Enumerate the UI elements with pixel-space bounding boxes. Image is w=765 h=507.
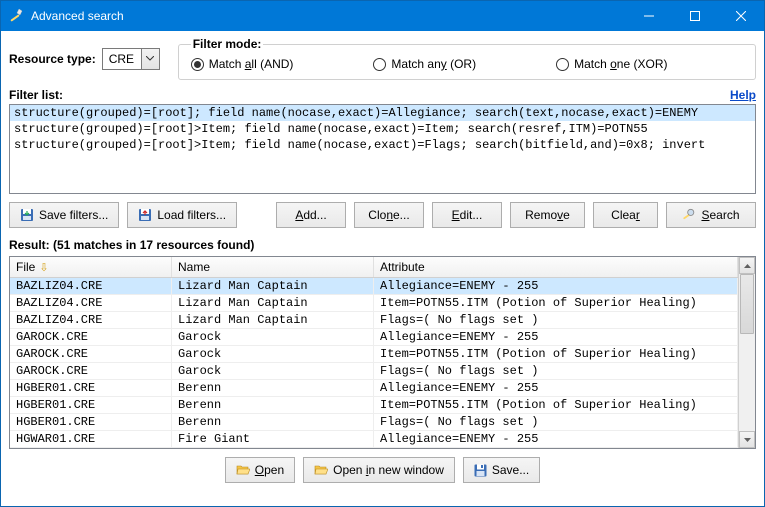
- table-row[interactable]: GAROCK.CREGarockItem=POTN55.ITM (Potion …: [10, 346, 738, 363]
- app-icon: [9, 8, 25, 24]
- cell-attr: Item=POTN55.ITM (Potion of Superior Heal…: [374, 346, 738, 362]
- save-filters-button[interactable]: Save filters...: [9, 202, 119, 228]
- table-row[interactable]: HGBER01.CREBerennAllegiance=ENEMY - 255: [10, 380, 738, 397]
- scroll-thumb[interactable]: [740, 274, 754, 334]
- folder-open-icon: [236, 464, 250, 476]
- save-icon: [20, 208, 34, 222]
- titlebar: Advanced search: [1, 1, 764, 31]
- cell-file: HGBER01.CRE: [10, 397, 172, 413]
- resource-type-label: Resource type:: [9, 52, 96, 66]
- result-table: File⇩ Name Attribute BAZLIZ04.CRELizard …: [9, 256, 756, 449]
- resource-type-select[interactable]: CRE: [102, 48, 160, 70]
- cell-name: Berenn: [172, 397, 374, 413]
- cell-file: GAROCK.CRE: [10, 346, 172, 362]
- cell-attr: Allegiance=ENEMY - 255: [374, 329, 738, 345]
- folder-open-icon: [314, 464, 328, 476]
- cell-file: BAZLIZ04.CRE: [10, 312, 172, 328]
- clear-button[interactable]: Clear: [593, 202, 658, 228]
- table-row[interactable]: HGBER01.CREBerennFlags=( No flags set ): [10, 414, 738, 431]
- radio-icon: [373, 58, 386, 71]
- cell-attr: Allegiance=ENEMY - 255: [374, 380, 738, 396]
- edit-button[interactable]: Edit...: [432, 202, 502, 228]
- vertical-scrollbar[interactable]: [738, 257, 755, 448]
- search-button[interactable]: Search: [666, 202, 756, 228]
- cell-name: Lizard Man Captain: [172, 278, 374, 294]
- cell-file: GAROCK.CRE: [10, 363, 172, 379]
- cell-name: Berenn: [172, 414, 374, 430]
- cell-file: HGWAR01.CRE: [10, 431, 172, 447]
- table-row[interactable]: BAZLIZ04.CRELizard Man CaptainItem=POTN5…: [10, 295, 738, 312]
- filter-list-label: Filter list:: [9, 88, 63, 102]
- clone-button[interactable]: Clone...: [354, 202, 424, 228]
- table-row[interactable]: GAROCK.CREGarockAllegiance=ENEMY - 255: [10, 329, 738, 346]
- resource-type-value: CRE: [102, 48, 142, 70]
- radio-icon: [556, 58, 569, 71]
- table-row[interactable]: BAZLIZ04.CRELizard Man CaptainFlags=( No…: [10, 312, 738, 329]
- radio-icon: [191, 58, 204, 71]
- cell-name: Lizard Man Captain: [172, 312, 374, 328]
- cell-file: BAZLIZ04.CRE: [10, 278, 172, 294]
- column-attribute[interactable]: Attribute: [374, 257, 738, 277]
- filter-mode-option-0[interactable]: Match all (AND): [191, 57, 294, 71]
- result-label: Result: (51 matches in 17 resources foun…: [9, 238, 756, 252]
- cell-attr: Allegiance=ENEMY - 255: [374, 431, 738, 447]
- scroll-up-icon[interactable]: [739, 257, 755, 274]
- add-button[interactable]: Add...: [276, 202, 346, 228]
- floppy-icon: [474, 464, 487, 477]
- cell-name: Garock: [172, 329, 374, 345]
- remove-button[interactable]: Remove: [510, 202, 585, 228]
- column-file[interactable]: File⇩: [10, 257, 172, 277]
- table-row[interactable]: BAZLIZ04.CRELizard Man CaptainAllegiance…: [10, 278, 738, 295]
- cell-file: GAROCK.CRE: [10, 329, 172, 345]
- scroll-down-icon[interactable]: [739, 431, 755, 448]
- cell-attr: Flags=( No flags set ): [374, 414, 738, 430]
- sort-asc-icon: ⇩: [39, 261, 48, 274]
- maximize-button[interactable]: [672, 1, 718, 31]
- filter-line[interactable]: structure(grouped)=[root]>Item; field na…: [10, 137, 755, 153]
- cell-attr: Flags=( No flags set ): [374, 363, 738, 379]
- filter-line[interactable]: structure(grouped)=[root]>Item; field na…: [10, 121, 755, 137]
- table-row[interactable]: HGWAR01.CREFire GiantAllegiance=ENEMY - …: [10, 431, 738, 448]
- cell-attr: Item=POTN55.ITM (Potion of Superior Heal…: [374, 295, 738, 311]
- cell-file: HGBER01.CRE: [10, 380, 172, 396]
- minimize-button[interactable]: [626, 1, 672, 31]
- filter-line[interactable]: structure(grouped)=[root]; field name(no…: [10, 105, 755, 121]
- help-link[interactable]: Help: [730, 88, 756, 102]
- table-row[interactable]: HGBER01.CREBerennItem=POTN55.ITM (Potion…: [10, 397, 738, 414]
- cell-file: BAZLIZ04.CRE: [10, 295, 172, 311]
- chevron-down-icon[interactable]: [142, 48, 160, 70]
- save-button[interactable]: Save...: [463, 457, 540, 483]
- table-row[interactable]: GAROCK.CREGarockFlags=( No flags set ): [10, 363, 738, 380]
- cell-name: Garock: [172, 346, 374, 362]
- load-icon: [138, 208, 152, 222]
- cell-name: Lizard Man Captain: [172, 295, 374, 311]
- close-button[interactable]: [718, 1, 764, 31]
- open-button[interactable]: Open: [225, 457, 295, 483]
- window-title: Advanced search: [31, 9, 626, 23]
- cell-attr: Flags=( No flags set ): [374, 312, 738, 328]
- column-name[interactable]: Name: [172, 257, 374, 277]
- open-new-window-button[interactable]: Open in new window: [303, 457, 455, 483]
- cell-attr: Allegiance=ENEMY - 255: [374, 278, 738, 294]
- filter-mode-option-1[interactable]: Match any (OR): [373, 57, 476, 71]
- filter-mode-legend: Filter mode:: [191, 37, 264, 51]
- search-icon: [682, 208, 696, 222]
- cell-attr: Item=POTN55.ITM (Potion of Superior Heal…: [374, 397, 738, 413]
- filter-list[interactable]: structure(grouped)=[root]; field name(no…: [9, 104, 756, 194]
- cell-name: Berenn: [172, 380, 374, 396]
- filter-mode-option-2[interactable]: Match one (XOR): [556, 57, 667, 71]
- load-filters-button[interactable]: Load filters...: [127, 202, 237, 228]
- filter-mode-group: Filter mode: Match all (AND) Match any (O…: [178, 37, 756, 80]
- cell-name: Garock: [172, 363, 374, 379]
- cell-file: HGBER01.CRE: [10, 414, 172, 430]
- cell-name: Fire Giant: [172, 431, 374, 447]
